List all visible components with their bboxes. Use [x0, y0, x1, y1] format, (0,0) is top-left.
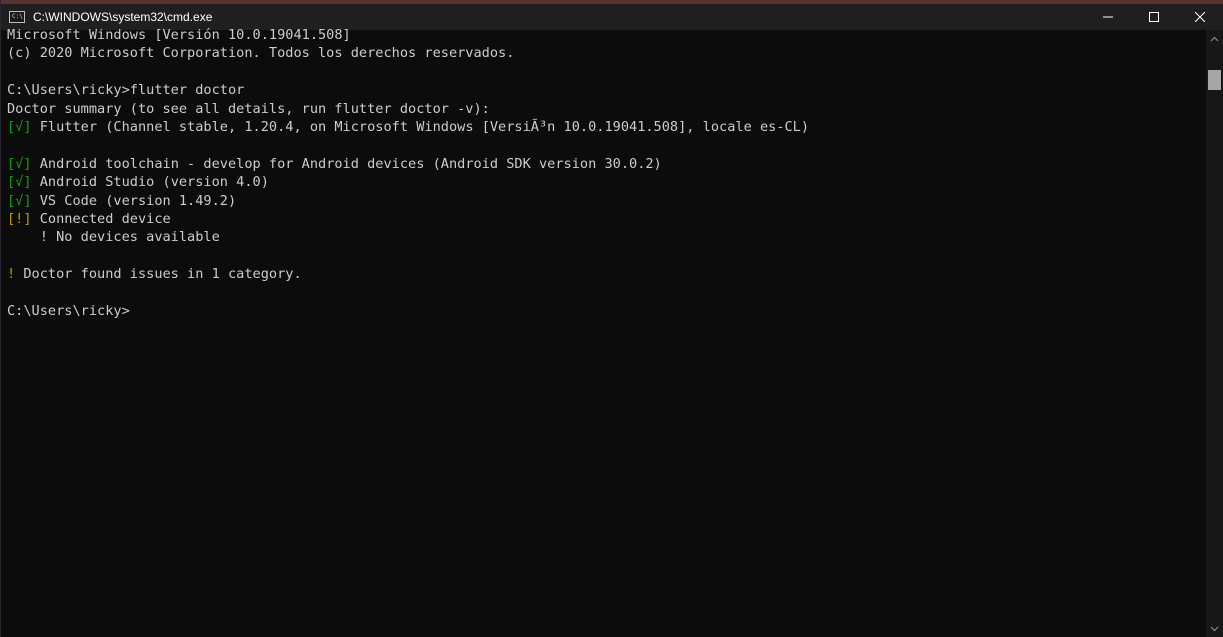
terminal-text: (c) 2020 Microsoft Corporation. Todos lo…	[7, 45, 515, 62]
vertical-scrollbar[interactable]	[1206, 30, 1223, 637]
scroll-down-button[interactable]	[1206, 620, 1223, 637]
terminal-text: C:\Users\ricky>	[7, 302, 130, 319]
cmd-icon[interactable]: C:\	[9, 11, 25, 23]
terminal-text: ! No devices available	[7, 229, 220, 246]
scrollbar-thumb[interactable]	[1208, 70, 1221, 90]
terminal-line: [√] VS Code (version 1.49.2)	[7, 192, 1197, 210]
window-title: C:\WINDOWS\system32\cmd.exe	[33, 10, 213, 24]
terminal-line: [√] Android toolchain - develop for Andr…	[7, 155, 1197, 173]
status-marker: [!]	[7, 210, 32, 227]
terminal-output[interactable]: Microsoft Windows [Versión 10.0.19041.50…	[7, 26, 1197, 320]
terminal-text: Doctor summary (to see all details, run …	[7, 100, 490, 117]
terminal-line: ! No devices available	[7, 228, 1197, 246]
status-marker: [√]	[7, 174, 32, 191]
terminal-line: [!] Connected device	[7, 210, 1197, 228]
chevron-up-icon	[1210, 36, 1219, 41]
terminal-text: Android toolchain - develop for Android …	[31, 155, 662, 172]
terminal-text: Microsoft Windows [Versión 10.0.19041.50…	[7, 27, 351, 43]
status-marker: [√]	[7, 155, 32, 172]
terminal-text: VS Code (version 1.49.2)	[31, 192, 237, 209]
close-icon	[1195, 12, 1205, 22]
chevron-down-icon	[1210, 626, 1219, 631]
cmd-icon-label: C:\	[12, 13, 23, 20]
terminal-line: [√] Flutter (Channel stable, 1.20.4, on …	[7, 118, 1197, 136]
cmd-window: C:\ C:\WINDOWS\system32\cmd.exe Microsof…	[0, 0, 1223, 637]
terminal-line: C:\Users\ricky>flutter doctor	[7, 81, 1197, 99]
terminal-line: Doctor summary (to see all details, run …	[7, 100, 1197, 118]
terminal-text: Connected device	[31, 210, 171, 227]
terminal-text: Doctor found issues in 1 category.	[15, 266, 302, 283]
maximize-icon	[1149, 12, 1159, 22]
terminal-line: ! Doctor found issues in 1 category.	[7, 265, 1197, 283]
terminal-line: (c) 2020 Microsoft Corporation. Todos lo…	[7, 44, 1197, 62]
terminal-line: C:\Users\ricky>	[7, 302, 1197, 320]
terminal-text: Android Studio (version 4.0)	[31, 174, 269, 191]
terminal-line: [√] Android Studio (version 4.0)	[7, 173, 1197, 191]
scroll-up-button[interactable]	[1206, 30, 1223, 47]
status-marker: !	[7, 266, 16, 283]
terminal-text: Flutter (Channel stable, 1.20.4, on Micr…	[31, 118, 810, 135]
terminal-line: Microsoft Windows [Versión 10.0.19041.50…	[7, 26, 1197, 44]
status-marker: [√]	[7, 118, 32, 135]
minimize-icon	[1103, 16, 1113, 18]
status-marker: [√]	[7, 192, 32, 209]
terminal-text: C:\Users\ricky>flutter doctor	[7, 82, 245, 99]
